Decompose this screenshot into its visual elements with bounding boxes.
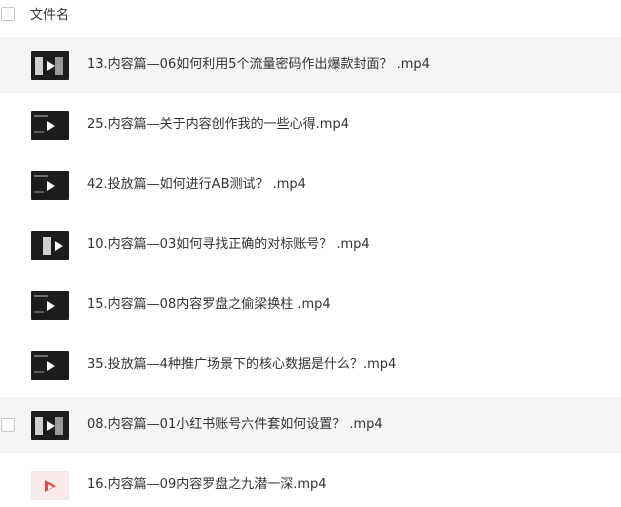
- video-thumbnail: [31, 411, 69, 440]
- video-thumbnail: [31, 291, 69, 320]
- select-all-checkbox[interactable]: [1, 7, 15, 21]
- file-name[interactable]: 08.内容篇—01小红书账号六件套如何设置？ .mp4: [87, 417, 383, 433]
- file-row[interactable]: 25.内容篇—关于内容创作我的一些心得.mp4: [0, 97, 621, 153]
- play-icon: [47, 121, 55, 131]
- row-checkbox[interactable]: [1, 418, 15, 432]
- file-row[interactable]: 10.内容篇—03如何寻找正确的对标账号？ .mp4: [0, 217, 621, 273]
- file-row[interactable]: 13.内容篇—06如何利用5个流量密码作出爆款封面？ .mp4: [0, 37, 621, 93]
- play-icon: [47, 301, 55, 311]
- play-icon: [47, 61, 55, 71]
- video-thumbnail: [31, 231, 69, 260]
- video-thumbnail: [31, 111, 69, 140]
- file-row[interactable]: 35.投放篇—4种推广场景下的核心数据是什么？.mp4: [0, 337, 621, 393]
- play-icon: [55, 241, 63, 251]
- file-row[interactable]: 08.内容篇—01小红书账号六件套如何设置？ .mp4: [0, 397, 621, 453]
- video-file-icon: [31, 471, 69, 500]
- file-row[interactable]: 16.内容篇—09内容罗盘之九潜一深.mp4: [0, 457, 621, 507]
- file-name[interactable]: 42.投放篇—如何进行AB测试？ .mp4: [87, 177, 306, 193]
- file-row[interactable]: 15.内容篇—08内容罗盘之偷梁换柱 .mp4: [0, 277, 621, 333]
- play-icon: [47, 421, 55, 431]
- video-thumbnail: [31, 351, 69, 380]
- video-thumbnail: [31, 171, 69, 200]
- column-header-filename[interactable]: 文件名: [30, 8, 69, 24]
- file-name[interactable]: 25.内容篇—关于内容创作我的一些心得.mp4: [87, 117, 349, 133]
- file-name[interactable]: 16.内容篇—09内容罗盘之九潜一深.mp4: [87, 477, 327, 493]
- file-list-header: 文件名: [0, 0, 621, 32]
- file-name[interactable]: 13.内容篇—06如何利用5个流量密码作出爆款封面？ .mp4: [87, 57, 430, 73]
- file-row[interactable]: 42.投放篇—如何进行AB测试？ .mp4: [0, 157, 621, 213]
- file-name[interactable]: 35.投放篇—4种推广场景下的核心数据是什么？.mp4: [87, 357, 396, 373]
- file-name[interactable]: 15.内容篇—08内容罗盘之偷梁换柱 .mp4: [87, 297, 331, 313]
- file-name[interactable]: 10.内容篇—03如何寻找正确的对标账号？ .mp4: [87, 237, 370, 253]
- play-icon: [47, 361, 55, 371]
- video-thumbnail: [31, 51, 69, 80]
- play-icon: [47, 181, 55, 191]
